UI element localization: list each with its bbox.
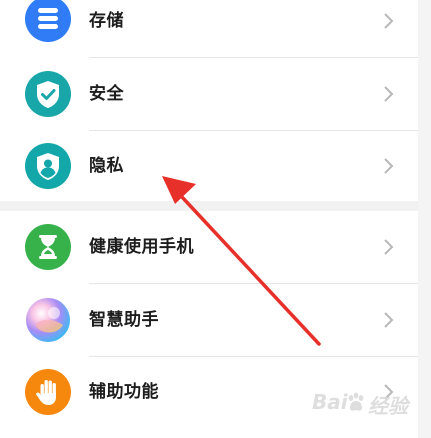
scroll-gutter bbox=[418, 0, 431, 438]
storage-icon bbox=[25, 0, 71, 42]
chevron-right-icon bbox=[382, 238, 394, 256]
hourglass-icon bbox=[25, 224, 71, 270]
settings-item-digital-balance[interactable]: 健康使用手机 bbox=[0, 211, 418, 283]
chevron-right-icon bbox=[382, 311, 394, 329]
assistant-orb-icon bbox=[25, 297, 71, 343]
baidu-watermark: Bai 经验 bbox=[312, 388, 427, 420]
chevron-right-icon bbox=[382, 157, 394, 175]
chevron-right-icon bbox=[382, 85, 394, 103]
settings-item-label: 隐私 bbox=[89, 156, 124, 176]
settings-item-storage[interactable]: 存储 bbox=[0, 0, 418, 57]
settings-item-label: 智慧助手 bbox=[89, 310, 159, 330]
chevron-right-icon bbox=[382, 12, 394, 30]
watermark-suffix: 经验 bbox=[368, 394, 408, 418]
settings-item-smart-assistant[interactable]: 智慧助手 bbox=[0, 284, 418, 356]
paw-icon bbox=[348, 392, 364, 411]
watermark-brand: Bai bbox=[312, 390, 348, 414]
settings-item-security[interactable]: 安全 bbox=[0, 58, 418, 130]
privacy-icon bbox=[25, 143, 71, 189]
settings-item-label: 存储 bbox=[89, 11, 124, 31]
settings-item-privacy[interactable]: 隐私 bbox=[0, 131, 418, 201]
shield-check-icon bbox=[25, 71, 71, 117]
settings-item-label: 辅助功能 bbox=[89, 382, 159, 402]
settings-item-label: 健康使用手机 bbox=[89, 237, 194, 257]
hand-icon bbox=[25, 369, 71, 415]
settings-item-label: 安全 bbox=[89, 84, 124, 104]
